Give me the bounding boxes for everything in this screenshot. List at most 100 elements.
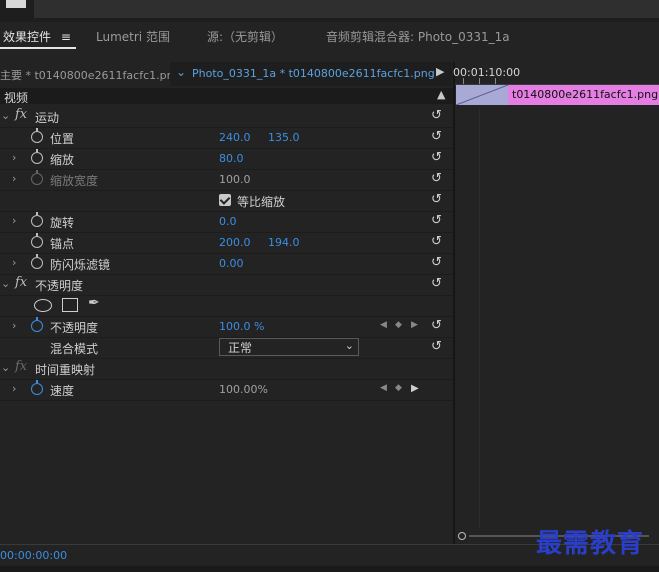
twirl-closed-icon[interactable]: › [12,214,16,227]
top-strip-panel [34,0,659,18]
effect-motion-row[interactable]: ⌄ fx 运动 ↺ [0,106,453,128]
param-uniform-scale-row: 等比缩放 ↺ [0,190,453,212]
play-triangle-icon[interactable]: ▶ [436,65,444,78]
ruler-tick [495,78,496,84]
position-x-value[interactable]: 240.0 [219,131,251,144]
bottom-strip [0,566,659,572]
twirl-open-icon[interactable]: ⌄ [1,361,10,374]
sequence-clip-label: Photo_0331_1a * t0140800e2611facfc1.png [192,67,435,80]
track-area [455,108,659,528]
transition-clip[interactable] [456,85,508,105]
stopwatch-icon[interactable] [31,128,43,143]
tab-audio-clip-mixer[interactable]: 音频剪辑混合器: Photo_0331_1a [326,28,510,45]
stopwatch-icon[interactable] [31,233,43,248]
twirl-closed-icon[interactable]: › [12,256,16,269]
param-scale-width-label: 缩放宽度 [50,174,99,188]
watermark: 最需教育 [536,529,645,559]
reset-icon[interactable]: ↺ [431,213,442,228]
panel-menu-icon[interactable]: ≡ [61,30,71,44]
reset-icon[interactable]: ↺ [431,171,442,186]
master-clip-label[interactable]: 主要 * t0140800e2611facfc1.png [0,67,181,83]
tab-effect-controls[interactable]: 效果控件 ≡ [3,28,71,45]
twirl-open-icon[interactable]: ⌄ [1,109,10,122]
prev-keyframe-icon[interactable]: ◀ [380,320,387,330]
speed-value[interactable]: 100.00% [219,383,268,396]
app-logo [6,0,26,8]
rotation-value[interactable]: 0.0 [219,215,237,228]
top-strip [0,0,659,22]
reset-icon[interactable]: ↺ [431,192,442,207]
chevron-down-icon[interactable]: ⌄ [176,65,186,79]
anti-flicker-value[interactable]: 0.00 [219,257,244,270]
param-rotation-row: › 旋转 0.0 ↺ [0,211,453,233]
param-position-row: 位置 240.0 135.0 ↺ [0,127,453,149]
tab-source[interactable]: 源:（无剪辑） [207,28,283,45]
stopwatch-icon[interactable] [31,380,43,395]
param-speed-row: › 速度 100.00% ◀ ◆ ▶ [0,379,453,401]
next-keyframe-icon[interactable]: ▶ [411,320,418,330]
sequence-bar: 主要 * t0140800e2611facfc1.png Photo_0331_… [0,62,453,86]
fx-icon[interactable]: fx [15,107,27,122]
reset-icon[interactable]: ↺ [431,255,442,270]
twirl-closed-icon[interactable]: › [12,151,16,164]
param-anti-flicker-row: › 防闪烁滤镜 0.00 ↺ [0,253,453,275]
current-timecode[interactable]: 00:00:00:00 [0,549,67,562]
time-ruler[interactable]: 00:01:10:00 [453,62,659,85]
stopwatch-icon[interactable] [31,317,43,332]
effect-opacity-label: 不透明度 [35,279,84,293]
scale-width-value: 100.0 [219,173,251,186]
twirl-closed-icon[interactable]: › [12,319,16,332]
reset-icon[interactable]: ↺ [431,150,442,165]
prev-keyframe-icon[interactable]: ◀ [380,383,387,393]
fx-icon[interactable]: fx [15,359,27,374]
reset-icon[interactable]: ↺ [431,318,442,333]
reset-icon[interactable]: ↺ [431,129,442,144]
param-blend-mode-label: 混合模式 [50,342,99,356]
ellipse-mask-icon[interactable] [34,299,52,312]
next-keyframe-icon[interactable]: ▶ [411,383,419,394]
effect-motion-label: 运动 [35,111,60,125]
reset-icon[interactable]: ↺ [431,234,442,249]
anchor-x-value[interactable]: 200.0 [219,236,251,249]
rectangle-mask-icon[interactable] [62,298,78,312]
zoom-handle[interactable] [458,532,466,540]
ruler-tick [463,78,464,84]
track-guide [479,108,480,528]
effect-time-remap-row[interactable]: ⌄ fx 时间重映射 [0,358,453,380]
uniform-scale-label: 等比缩放 [237,195,286,209]
uniform-scale-checkbox[interactable] [219,194,231,206]
param-scale-width-row: › 缩放宽度 100.0 ↺ [0,169,453,191]
blend-mode-select[interactable]: 正常 ⌄ [219,338,359,356]
reset-icon[interactable]: ↺ [431,108,442,123]
anchor-y-value[interactable]: 194.0 [268,236,300,249]
transition-diagonal [456,85,508,105]
twirl-closed-icon[interactable]: › [12,172,16,185]
ruler-tick [479,78,480,84]
mask-tools-row: ✒ [0,295,453,317]
fx-icon[interactable]: fx [15,275,27,290]
reset-icon[interactable]: ↺ [431,276,442,291]
reset-icon[interactable]: ↺ [431,339,442,354]
add-keyframe-icon[interactable]: ◆ [395,320,402,330]
twirl-open-icon[interactable]: ⌄ [1,277,10,290]
twirl-closed-icon[interactable]: › [12,382,16,395]
stopwatch-icon[interactable] [31,254,43,269]
opacity-value[interactable]: 100.0 % [219,320,264,333]
stopwatch-icon[interactable] [31,212,43,227]
collapse-up-icon[interactable]: ▲ [437,88,445,101]
param-position-label: 位置 [50,132,75,146]
blend-mode-value: 正常 [228,341,253,355]
param-rotation-label: 旋转 [50,216,75,230]
sequence-clip-selector[interactable]: Photo_0331_1a * t0140800e2611facfc1.png [170,62,452,86]
pen-mask-icon[interactable]: ✒ [88,295,100,311]
effect-time-remap-label: 时间重映射 [35,363,96,377]
param-anchor-label: 锚点 [50,237,75,251]
effect-opacity-row[interactable]: ⌄ fx 不透明度 ↺ [0,274,453,296]
scale-value[interactable]: 80.0 [219,152,244,165]
add-keyframe-icon[interactable]: ◆ [395,383,402,393]
param-scale-row: › 缩放 80.0 ↺ [0,148,453,170]
stopwatch-icon[interactable] [31,149,43,164]
tab-lumetri-scopes[interactable]: Lumetri 范围 [96,28,170,45]
timeline-clip[interactable]: t0140800e2611facfc1.png [508,85,659,105]
position-y-value[interactable]: 135.0 [268,131,300,144]
